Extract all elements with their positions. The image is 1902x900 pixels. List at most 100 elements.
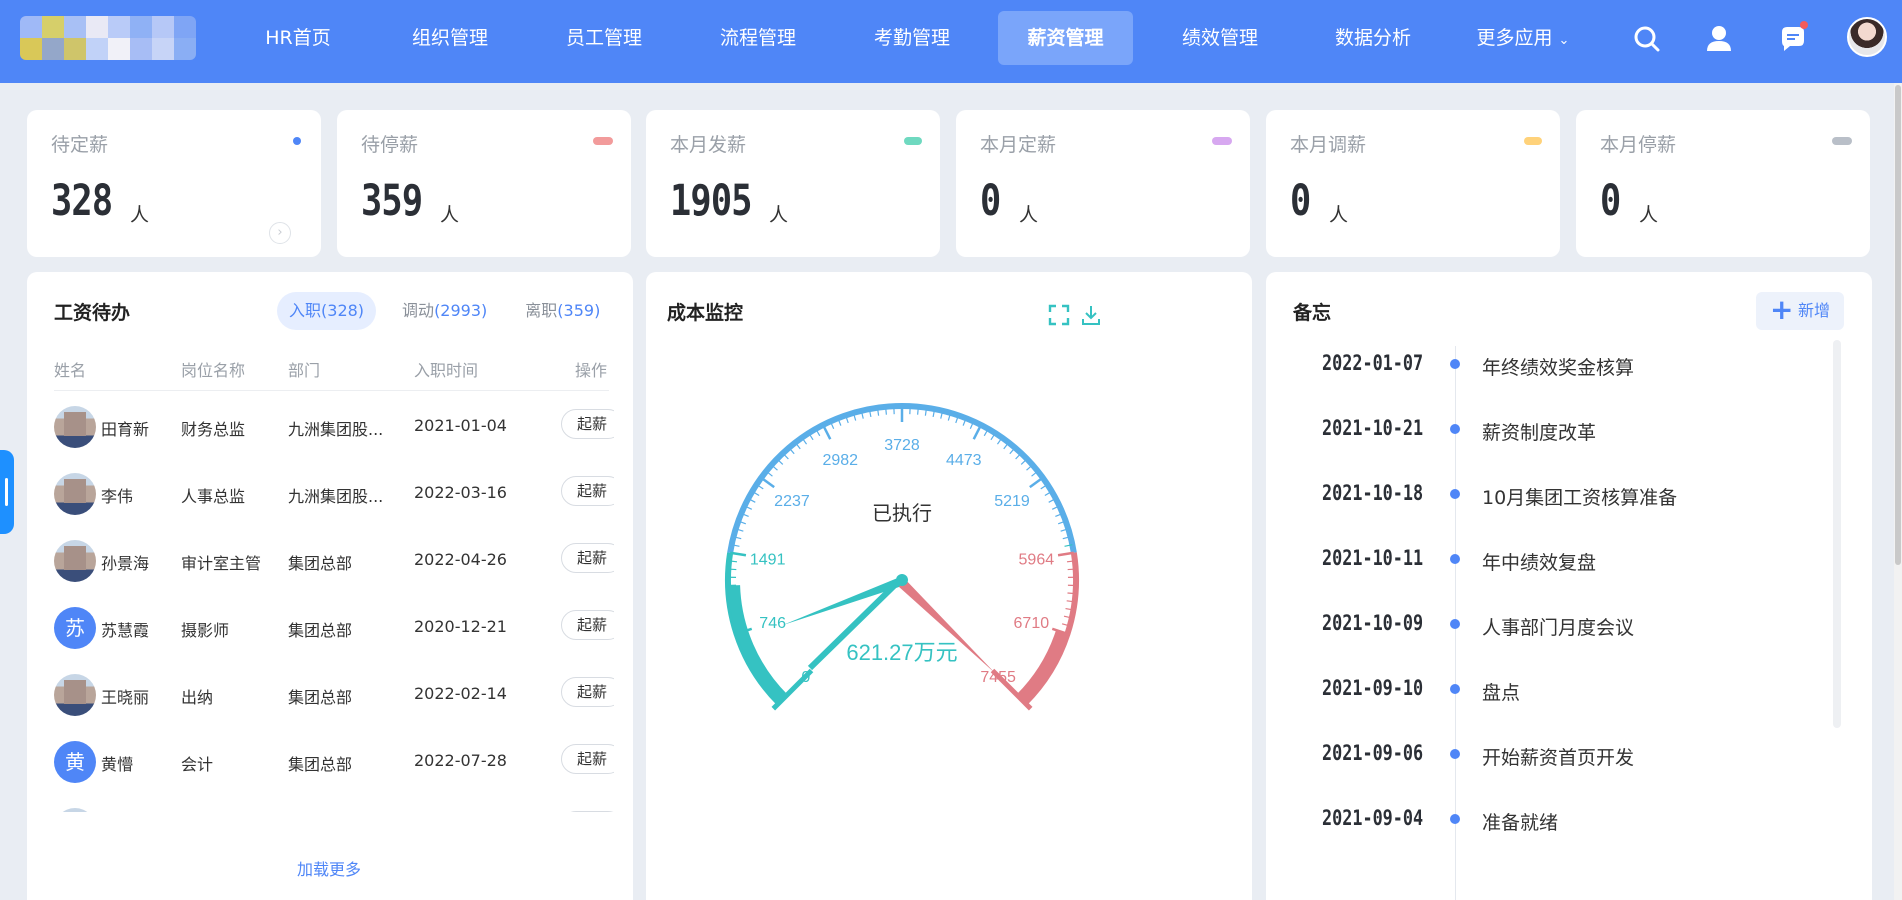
gauge-pointer-secondary — [782, 575, 905, 626]
start-salary-button[interactable]: 起薪 — [561, 610, 614, 640]
stat-label: 本月停薪 — [1600, 134, 1677, 156]
column-hire-date: 入职时间 — [414, 361, 479, 380]
start-salary-button[interactable]: 起薪 — [561, 409, 614, 439]
employee-name: 苏慧霞 — [101, 621, 150, 640]
stat-value: 0 — [1290, 176, 1311, 226]
memo-item[interactable]: 2022-01-07 年终绩效奖金核算 — [1266, 343, 1826, 383]
employee-position: 人事总监 — [181, 487, 246, 506]
stat-unit: 人 — [1639, 204, 1659, 226]
chevron-right-icon[interactable]: › — [269, 222, 291, 244]
timeline-dot — [1450, 489, 1460, 499]
memo-scrollbar[interactable] — [1833, 340, 1841, 728]
gauge-major-tick — [972, 424, 983, 440]
table-row[interactable]: 田育新 财务总监 九洲集团股... 2021-01-04 起薪 — [54, 392, 614, 459]
memo-item[interactable]: 2021-09-06 开始薪资首页开发 — [1266, 733, 1826, 773]
nav-more-apps-label: 更多应用 — [1476, 27, 1553, 49]
table-row[interactable]: 孙景海 审计室主管 集团总部 2022-04-26 起薪 — [54, 526, 614, 593]
start-salary-button[interactable]: 起薪 — [561, 744, 614, 774]
nav-hr-home[interactable]: HR首页 — [250, 11, 346, 65]
cost-gauge: 0746149122372982372844735219596467107455… — [725, 403, 1079, 711]
tab-label: 离职 — [525, 301, 558, 320]
memo-item[interactable]: 2021-10-09 人事部门月度会议 — [1266, 603, 1826, 643]
memo-item[interactable]: 2021-09-04 准备就绪 — [1266, 798, 1826, 838]
table-row[interactable]: 赖福涛客服总部项目部2022-10-23起薪 — [54, 794, 614, 812]
timeline-dot — [1450, 749, 1460, 759]
nav-org-management[interactable]: 组织管理 — [400, 11, 500, 65]
stat-value: 328 — [51, 176, 113, 226]
page-scrollbar-thumb[interactable] — [1895, 85, 1901, 565]
memo-text: 开始薪资首页开发 — [1482, 747, 1635, 769]
table-row[interactable]: 黄黄懵 会计 集团总部 2022-07-28 起薪 — [54, 727, 614, 794]
nav-more-apps[interactable]: 更多应用 ⌄ — [1468, 11, 1578, 65]
stat-label: 本月发薪 — [670, 134, 747, 156]
tab-label: 入职 — [289, 301, 322, 320]
stat-card-monthly-stop[interactable]: 本月停薪 0 人 — [1576, 110, 1870, 257]
stat-card-monthly-pay[interactable]: 本月发薪 1905 人 — [646, 110, 940, 257]
table-row[interactable]: 苏苏慧霞 摄影师 集团总部 2020-12-21 起薪 — [54, 593, 614, 660]
employee-hire-date: 2022-07-28 — [414, 751, 507, 770]
nav-data-analysis[interactable]: 数据分析 — [1323, 11, 1423, 65]
add-memo-label: 新增 — [1798, 301, 1831, 320]
panel-title: 备忘 — [1293, 302, 1332, 324]
employee-hire-date: 2022-02-14 — [414, 684, 507, 703]
start-salary-button[interactable]: 起薪 — [561, 811, 614, 812]
load-more-link[interactable]: 加载更多 — [297, 856, 361, 880]
start-salary-button[interactable]: 起薪 — [561, 677, 614, 707]
stat-card-monthly-adjust[interactable]: 本月调薪 0 人 — [1266, 110, 1560, 257]
employee-position: 会计 — [181, 755, 214, 774]
stat-card-monthly-set[interactable]: 本月定薪 0 人 — [956, 110, 1250, 257]
table-row[interactable]: 李伟 人事总监 九洲集团股... 2022-03-16 起薪 — [54, 459, 614, 526]
employee-department: 九洲集团股... — [288, 420, 384, 439]
nav-employee-management[interactable]: 员工管理 — [554, 11, 654, 65]
employee-name: 王晓丽 — [101, 688, 150, 707]
employee-department: 集团总部 — [288, 621, 353, 640]
tab-resignation[interactable]: 离职(359) — [513, 292, 612, 330]
stat-color-dot — [1832, 137, 1852, 145]
search-icon[interactable] — [1630, 22, 1664, 56]
employee-department: 集团总部 — [288, 554, 353, 573]
start-salary-button[interactable]: 起薪 — [561, 543, 614, 573]
company-logo[interactable] — [20, 16, 196, 60]
user-icon[interactable] — [1702, 22, 1736, 56]
memo-text: 薪资制度改革 — [1482, 422, 1597, 444]
gauge-arc-mid — [727, 403, 1077, 554]
nav-process-management[interactable]: 流程管理 — [708, 11, 808, 65]
side-drawer-toggle[interactable] — [0, 450, 14, 534]
gauge-tick-label: 5219 — [994, 493, 1030, 510]
column-name: 姓名 — [54, 361, 87, 380]
memo-item[interactable]: 2021-10-21 薪资制度改革 — [1266, 408, 1826, 448]
memo-date: 2021-09-04 — [1322, 806, 1424, 830]
timeline-dot — [1450, 684, 1460, 694]
table-row[interactable]: 王晓丽 出纳 集团总部 2022-02-14 起薪 — [54, 660, 614, 727]
add-memo-button[interactable]: + 新增 — [1756, 292, 1844, 330]
stat-color-dot — [593, 137, 613, 145]
gauge-major-tick — [821, 424, 832, 440]
stat-color-dot — [904, 137, 922, 145]
memo-text: 年终绩效奖金核算 — [1482, 357, 1635, 379]
memo-item[interactable]: 2021-10-11 年中绩效复盘 — [1266, 538, 1826, 578]
page-scrollbar[interactable] — [1894, 83, 1902, 900]
cost-monitor-panel: 成本监控 07461491223729823728447352195964671… — [646, 272, 1252, 900]
stat-card-pending-stop[interactable]: 待停薪 359 人 — [337, 110, 631, 257]
memo-date: 2021-10-21 — [1322, 416, 1424, 440]
gauge-major-tick — [760, 476, 775, 489]
start-salary-button[interactable]: 起薪 — [561, 476, 614, 506]
table-body[interactable]: 田育新 财务总监 九洲集团股... 2021-01-04 起薪 李伟 人事总监 九洲集团股..… — [54, 392, 614, 812]
tab-transfer[interactable]: 调动(2993) — [390, 292, 499, 330]
memo-text: 准备就绪 — [1482, 812, 1559, 834]
memo-date: 2021-10-09 — [1322, 611, 1424, 635]
plus-icon: + — [1770, 293, 1794, 326]
nav-performance-management[interactable]: 绩效管理 — [1170, 11, 1270, 65]
user-avatar[interactable] — [1847, 17, 1887, 57]
todo-tabs: 入职(328) 调动(2993) 离职(359) — [277, 292, 626, 330]
employee-name: 黄懵 — [101, 755, 134, 774]
nav-salary-management[interactable]: 薪资管理 — [998, 11, 1133, 65]
memo-item[interactable]: 2021-09-10 盘点 — [1266, 668, 1826, 708]
tab-onboarding[interactable]: 入职(328) — [277, 292, 377, 330]
memo-item[interactable]: 2021-10-18 10月集团工资核算准备 — [1266, 473, 1826, 513]
nav-attendance-management[interactable]: 考勤管理 — [862, 11, 962, 65]
gauge-minor-tick — [1067, 592, 1076, 595]
stat-card-pending-salary[interactable]: 待定薪 328 人 › — [27, 110, 321, 257]
employee-department: 集团总部 — [288, 755, 353, 774]
employee-name: 田育新 — [101, 420, 150, 439]
